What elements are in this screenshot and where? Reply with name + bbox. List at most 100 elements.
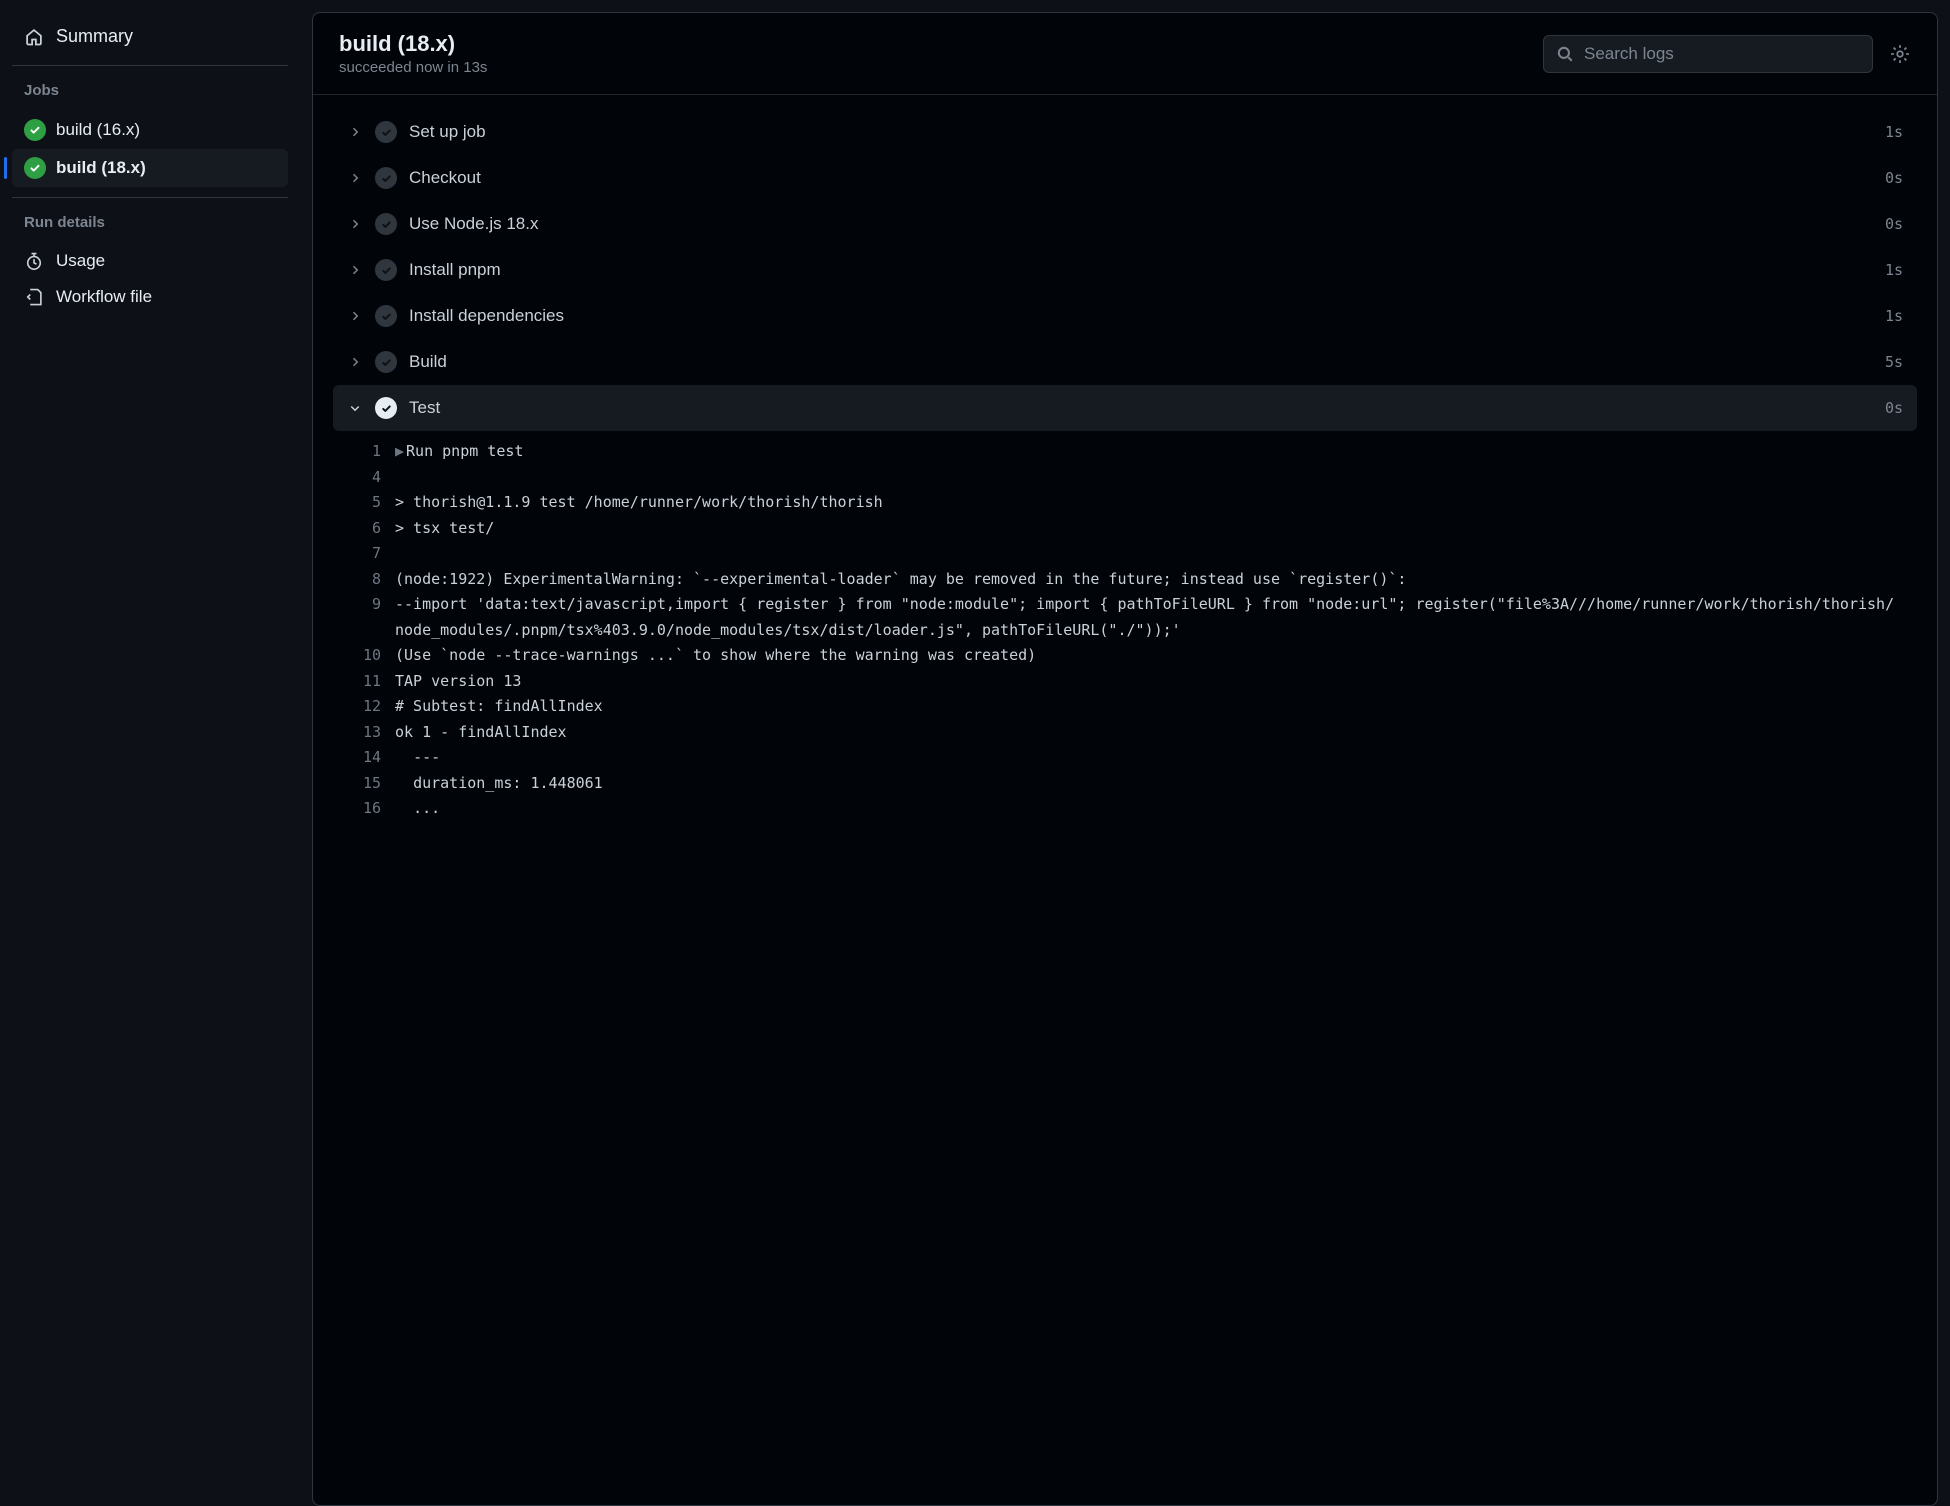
- log-line: 8(node:1922) ExperimentalWarning: `--exp…: [343, 567, 1907, 593]
- main-header: build (18.x) succeeded now in 13s: [313, 13, 1937, 95]
- check-circle-icon: [375, 167, 397, 189]
- chevron-down-icon: [347, 402, 363, 414]
- step-install-dependencies[interactable]: Install dependencies 1s: [333, 293, 1917, 339]
- run-details-usage[interactable]: Usage: [12, 243, 288, 279]
- step-name: Set up job: [409, 122, 1873, 142]
- log-line-number: 12: [343, 694, 395, 720]
- log-line-text: ▶Run pnpm test: [395, 439, 1907, 465]
- log-line-number: 11: [343, 669, 395, 695]
- log-line-text: ---: [395, 745, 1907, 771]
- settings-button[interactable]: [1889, 43, 1911, 65]
- log-line: 7: [343, 541, 1907, 567]
- log-line-number: 8: [343, 567, 395, 593]
- step-duration: 0s: [1885, 215, 1903, 233]
- chevron-right-icon: [347, 264, 363, 276]
- log-line-number: 10: [343, 643, 395, 669]
- log-line: 9--import 'data:text/javascript,import {…: [343, 592, 1907, 643]
- log-line: 13ok 1 - findAllIndex: [343, 720, 1907, 746]
- log-line: 11TAP version 13: [343, 669, 1907, 695]
- log-line: 10(Use `node --trace-warnings ...` to sh…: [343, 643, 1907, 669]
- step-duration: 0s: [1885, 399, 1903, 417]
- jobs-heading: Jobs: [12, 82, 288, 111]
- step-name: Install dependencies: [409, 306, 1873, 326]
- main-panel: build (18.x) succeeded now in 13s Set up…: [312, 12, 1938, 1506]
- log-line-number: 9: [343, 592, 395, 618]
- chevron-right-icon: [347, 126, 363, 138]
- workflow-file-label: Workflow file: [56, 287, 152, 307]
- log-output: 1▶Run pnpm test45> thorish@1.1.9 test /h…: [333, 431, 1917, 842]
- step-set-up-job[interactable]: Set up job 1s: [333, 109, 1917, 155]
- step-checkout[interactable]: Checkout 0s: [333, 155, 1917, 201]
- log-line: 1▶Run pnpm test: [343, 439, 1907, 465]
- search-input[interactable]: [1584, 44, 1860, 64]
- step-name: Use Node.js 18.x: [409, 214, 1873, 234]
- page-title: build (18.x): [339, 31, 1543, 57]
- log-line-number: 15: [343, 771, 395, 797]
- divider: [12, 65, 288, 66]
- log-line: 4: [343, 465, 1907, 491]
- log-line-number: 16: [343, 796, 395, 822]
- log-line-text: (Use `node --trace-warnings ...` to show…: [395, 643, 1907, 669]
- log-line-text: TAP version 13: [395, 669, 1907, 695]
- log-line: 5> thorish@1.1.9 test /home/runner/work/…: [343, 490, 1907, 516]
- step-name: Test: [409, 398, 1873, 418]
- run-details-heading: Run details: [12, 214, 288, 243]
- usage-label: Usage: [56, 251, 105, 271]
- step-install-pnpm[interactable]: Install pnpm 1s: [333, 247, 1917, 293]
- log-line-number: 13: [343, 720, 395, 746]
- check-circle-icon: [375, 121, 397, 143]
- log-line-number: 5: [343, 490, 395, 516]
- search-box[interactable]: [1543, 35, 1873, 73]
- gear-icon: [1889, 43, 1911, 65]
- chevron-right-icon: [347, 356, 363, 368]
- check-circle-icon: [375, 351, 397, 373]
- log-line-text: (node:1922) ExperimentalWarning: `--expe…: [395, 567, 1907, 593]
- step-build[interactable]: Build 5s: [333, 339, 1917, 385]
- log-line-text: --import 'data:text/javascript,import { …: [395, 592, 1907, 643]
- check-circle-icon: [24, 157, 46, 179]
- job-item-build-16x[interactable]: build (16.x): [12, 111, 288, 149]
- step-use-node[interactable]: Use Node.js 18.x 0s: [333, 201, 1917, 247]
- run-details-workflow-file[interactable]: Workflow file: [12, 279, 288, 315]
- job-label: build (16.x): [56, 120, 140, 140]
- step-name: Install pnpm: [409, 260, 1873, 280]
- sidebar-summary[interactable]: Summary: [12, 18, 288, 55]
- log-line-text: > tsx test/: [395, 516, 1907, 542]
- summary-label: Summary: [56, 26, 133, 47]
- log-line: 6> tsx test/: [343, 516, 1907, 542]
- divider: [12, 197, 288, 198]
- log-line: 12# Subtest: findAllIndex: [343, 694, 1907, 720]
- step-duration: 1s: [1885, 307, 1903, 325]
- step-test[interactable]: Test 0s: [333, 385, 1917, 431]
- check-circle-icon: [375, 259, 397, 281]
- chevron-right-icon: [347, 218, 363, 230]
- check-circle-icon: [24, 119, 46, 141]
- step-name: Checkout: [409, 168, 1873, 188]
- page-subtitle: succeeded now in 13s: [339, 59, 1543, 76]
- job-item-build-18x[interactable]: build (18.x): [12, 149, 288, 187]
- step-duration: 1s: [1885, 123, 1903, 141]
- caret-right-icon[interactable]: ▶: [395, 442, 404, 460]
- home-icon: [24, 27, 44, 47]
- chevron-right-icon: [347, 310, 363, 322]
- log-line-number: 14: [343, 745, 395, 771]
- sidebar: Summary Jobs build (16.x) build (18.x) R…: [0, 0, 300, 1506]
- log-line-text: duration_ms: 1.448061: [395, 771, 1907, 797]
- log-line-number: 1: [343, 439, 395, 465]
- check-circle-icon: [375, 397, 397, 419]
- log-line-number: 6: [343, 516, 395, 542]
- step-duration: 5s: [1885, 353, 1903, 371]
- log-line-text: ok 1 - findAllIndex: [395, 720, 1907, 746]
- log-line-text: ...: [395, 796, 1907, 822]
- job-label: build (18.x): [56, 158, 146, 178]
- search-icon: [1556, 45, 1574, 63]
- chevron-right-icon: [347, 172, 363, 184]
- stopwatch-icon: [24, 251, 44, 271]
- check-circle-icon: [375, 305, 397, 327]
- check-circle-icon: [375, 213, 397, 235]
- log-line-text: # Subtest: findAllIndex: [395, 694, 1907, 720]
- step-duration: 1s: [1885, 261, 1903, 279]
- workflow-icon: [24, 287, 44, 307]
- log-line: 15 duration_ms: 1.448061: [343, 771, 1907, 797]
- log-line: 16 ...: [343, 796, 1907, 822]
